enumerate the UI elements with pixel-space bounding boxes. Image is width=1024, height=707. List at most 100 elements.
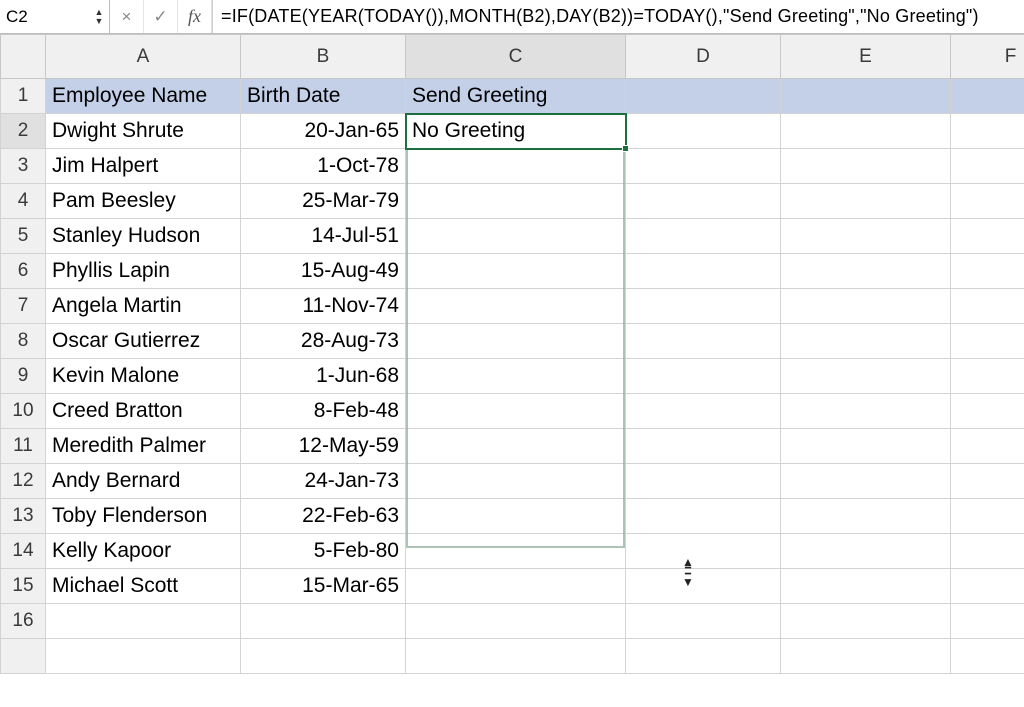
col-header-F[interactable]: F [951,35,1024,79]
row-header-14[interactable]: 14 [1,534,46,569]
cell-F15[interactable] [951,569,1024,604]
cell-D13[interactable] [626,499,781,534]
cell-D10[interactable] [626,394,781,429]
cell-F4[interactable] [951,184,1024,219]
cancel-formula-button[interactable]: × [110,0,144,33]
fx-button[interactable]: fx [178,0,212,33]
cell-C9[interactable] [406,359,626,394]
cell-C5[interactable] [406,219,626,254]
row-header-9[interactable]: 9 [1,359,46,394]
cell-B7[interactable]: 11-Nov-74 [241,289,406,324]
col-header-D[interactable]: D [626,35,781,79]
cell-D16[interactable] [626,604,781,639]
row-header-3[interactable]: 3 [1,149,46,184]
cell-A5[interactable]: Stanley Hudson [46,219,241,254]
cell-E14[interactable] [781,534,951,569]
cell-C8[interactable] [406,324,626,359]
cell-A12[interactable]: Andy Bernard [46,464,241,499]
cell-A13[interactable]: Toby Flenderson [46,499,241,534]
row-header-6[interactable]: 6 [1,254,46,289]
cell-A7[interactable]: Angela Martin [46,289,241,324]
cell-C13[interactable] [406,499,626,534]
cell-B16[interactable] [241,604,406,639]
cell-D11[interactable] [626,429,781,464]
cell-F7[interactable] [951,289,1024,324]
cell-A4[interactable]: Pam Beesley [46,184,241,219]
row-header-12[interactable]: 12 [1,464,46,499]
cell-D2[interactable] [626,114,781,149]
row-header-16[interactable]: 16 [1,604,46,639]
row-header-7[interactable]: 7 [1,289,46,324]
cell-D14[interactable] [626,534,781,569]
cell-B3[interactable]: 1-Oct-78 [241,149,406,184]
cell-E6[interactable] [781,254,951,289]
row-header-8[interactable]: 8 [1,324,46,359]
cell-A6[interactable]: Phyllis Lapin [46,254,241,289]
cell-B17[interactable] [241,639,406,674]
row-header-11[interactable]: 11 [1,429,46,464]
formula-input[interactable]: =IF(DATE(YEAR(TODAY()),MONTH(B2),DAY(B2)… [213,0,1024,33]
cell-F6[interactable] [951,254,1024,289]
row-header-1[interactable]: 1 [1,79,46,114]
cell-D17[interactable] [626,639,781,674]
cell-B2[interactable]: 20-Jan-65 [241,114,406,149]
cell-C3[interactable] [406,149,626,184]
row-header-5[interactable]: 5 [1,219,46,254]
cell-E3[interactable] [781,149,951,184]
cell-C16[interactable] [406,604,626,639]
cell-E12[interactable] [781,464,951,499]
cell-C7[interactable] [406,289,626,324]
cell-C6[interactable] [406,254,626,289]
cell-F17[interactable] [951,639,1024,674]
cell-D9[interactable] [626,359,781,394]
cell-E7[interactable] [781,289,951,324]
cell-D15[interactable] [626,569,781,604]
cell-D4[interactable] [626,184,781,219]
row-header-10[interactable]: 10 [1,394,46,429]
cell-A17[interactable] [46,639,241,674]
cell-D3[interactable] [626,149,781,184]
cell-F5[interactable] [951,219,1024,254]
row-header-13[interactable]: 13 [1,499,46,534]
cell-D6[interactable] [626,254,781,289]
accept-formula-button[interactable]: ✓ [144,0,178,33]
name-box-stepper[interactable]: ▲ ▼ [89,0,109,33]
cell-F9[interactable] [951,359,1024,394]
cell-E2[interactable] [781,114,951,149]
cell-B10[interactable]: 8-Feb-48 [241,394,406,429]
cell-F16[interactable] [951,604,1024,639]
cell-F10[interactable] [951,394,1024,429]
col-header-C[interactable]: C [406,35,626,79]
row-header-15[interactable]: 15 [1,569,46,604]
cell-B4[interactable]: 25-Mar-79 [241,184,406,219]
cell-D1[interactable] [626,79,781,114]
cell-F12[interactable] [951,464,1024,499]
cell-C2[interactable]: No Greeting [406,114,626,149]
cell-D12[interactable] [626,464,781,499]
cell-E5[interactable] [781,219,951,254]
cell-B1[interactable]: Birth Date [241,79,406,114]
cell-B11[interactable]: 12-May-59 [241,429,406,464]
cell-F2[interactable] [951,114,1024,149]
cell-E11[interactable] [781,429,951,464]
cell-D5[interactable] [626,219,781,254]
cell-E10[interactable] [781,394,951,429]
cell-D7[interactable] [626,289,781,324]
cell-E8[interactable] [781,324,951,359]
row-header-2[interactable]: 2 [1,114,46,149]
cell-A2[interactable]: Dwight Shrute [46,114,241,149]
cell-E4[interactable] [781,184,951,219]
cell-B6[interactable]: 15-Aug-49 [241,254,406,289]
cell-C14[interactable] [406,534,626,569]
cell-C10[interactable] [406,394,626,429]
cell-C11[interactable] [406,429,626,464]
cell-E15[interactable] [781,569,951,604]
cell-C4[interactable] [406,184,626,219]
row-header-4[interactable]: 4 [1,184,46,219]
cell-A16[interactable] [46,604,241,639]
col-header-A[interactable]: A [46,35,241,79]
row-header-17[interactable] [1,639,46,674]
cell-A15[interactable]: Michael Scott [46,569,241,604]
cell-E1[interactable] [781,79,951,114]
cell-A14[interactable]: Kelly Kapoor [46,534,241,569]
